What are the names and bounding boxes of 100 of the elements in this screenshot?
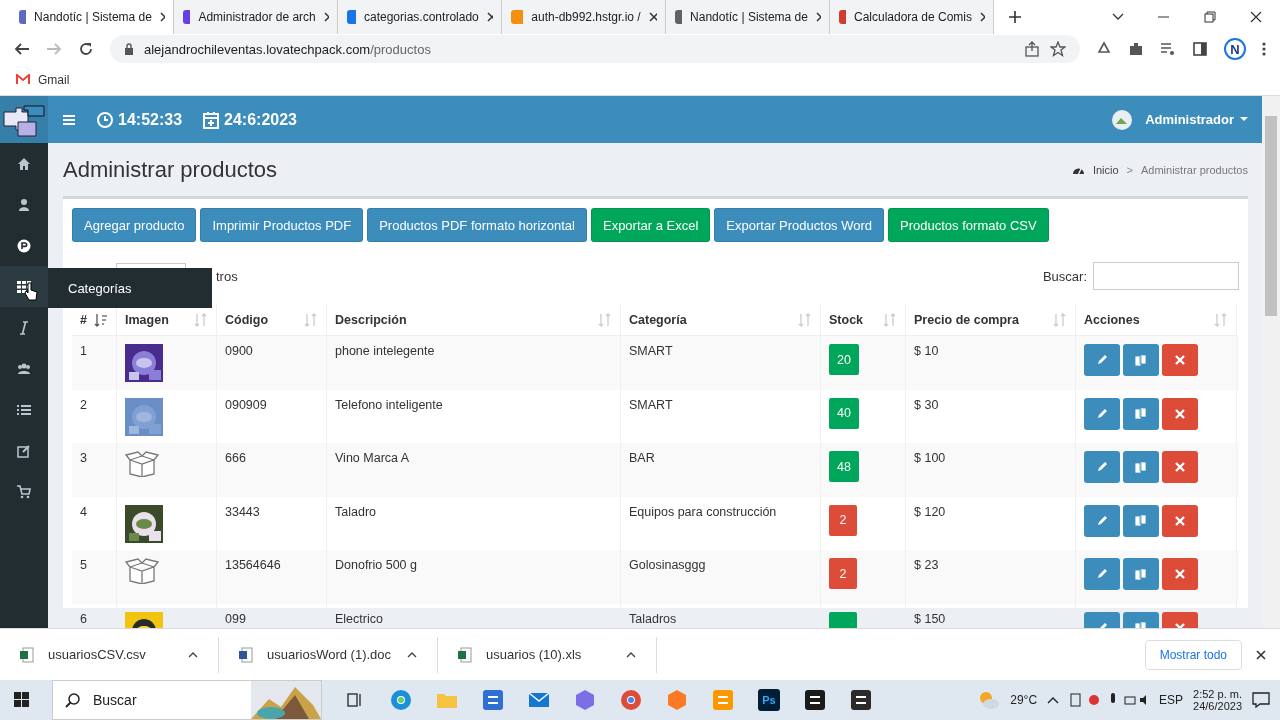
chevron-icon[interactable]: [1047, 696, 1060, 704]
scrollbar[interactable]: [1262, 96, 1280, 628]
table-cell: $ 23: [906, 550, 1076, 604]
star-icon[interactable]: [1050, 41, 1066, 57]
copy-icon: [1134, 514, 1148, 527]
table-cell: SMART: [621, 336, 821, 393]
sidebar-item[interactable]: [0, 266, 48, 307]
copy-button[interactable]: [1123, 344, 1159, 376]
menu-icon[interactable]: [62, 113, 76, 126]
spreadsheet-icon: [458, 646, 472, 663]
search-icon: [65, 692, 81, 708]
p-circle-icon: [17, 238, 31, 253]
windows-start-icon[interactable]: [14, 692, 30, 708]
new-tab-icon[interactable]: [1008, 10, 1022, 24]
mail-icon: [16, 74, 30, 85]
restore-icon[interactable]: [1204, 11, 1216, 23]
breadcrumb-current: Administrar productos: [1141, 163, 1248, 176]
calendar-icon: [202, 110, 221, 129]
action-button[interactable]: Exportar Productos Word: [714, 208, 885, 242]
user-menu[interactable]: Administrador: [1145, 112, 1234, 127]
clock-time: 14:52:33: [118, 110, 183, 129]
hexagon-icon[interactable]: [574, 689, 596, 711]
pencil-icon: [1096, 461, 1108, 473]
delete-button[interactable]: [1162, 504, 1198, 537]
reload-icon[interactable]: [78, 41, 94, 57]
stock-badge: 2: [829, 558, 857, 589]
address-bar[interactable]: alejandrochileventas.lovatechpack.com/productos: [110, 35, 1080, 63]
download-item[interactable]: usuariosWord (1).doc: [267, 647, 393, 662]
edit-button[interactable]: [1084, 558, 1120, 590]
bookmark-link[interactable]: Gmail: [38, 72, 70, 87]
search-field[interactable]: [1093, 262, 1239, 290]
copy-button[interactable]: [1123, 504, 1159, 537]
download-item[interactable]: usuarios (10).xls: [486, 647, 612, 662]
home-icon: [17, 156, 31, 171]
delete-button[interactable]: [1162, 558, 1198, 590]
tab-title: Administrador de arch: [198, 10, 316, 24]
tab-title: auth-db992.hstgr.io /: [531, 10, 641, 24]
edit-button[interactable]: [1084, 451, 1120, 483]
share-icon[interactable]: [1024, 41, 1040, 57]
playlist-icon[interactable]: [1160, 41, 1176, 57]
chevron-icon[interactable]: [1112, 13, 1124, 21]
copy-button[interactable]: [1123, 451, 1159, 483]
browser-tab[interactable]: categorias.controlado: [338, 0, 502, 34]
sidepanel-icon[interactable]: [1192, 41, 1208, 57]
sort-icon[interactable]: [94, 312, 108, 327]
user-icon: [17, 197, 31, 212]
taskbar-clock[interactable]: 2:52 p. m. 24/6/2023: [1193, 688, 1242, 712]
chevron-icon[interactable]: [188, 651, 198, 658]
edit-button[interactable]: [1084, 397, 1120, 430]
pencil-icon: [1096, 514, 1108, 527]
back-icon[interactable]: [14, 41, 30, 57]
browser-icon[interactable]: [390, 689, 412, 711]
table-cell: 5: [72, 550, 117, 604]
tab-title: Nandotíc | Sistema de: [690, 10, 808, 24]
profile-avatar[interactable]: N: [1224, 38, 1246, 60]
browser-icon[interactable]: [620, 689, 642, 711]
browser-tab[interactable]: auth-db992.hstgr.io /: [502, 0, 666, 34]
action-button[interactable]: Productos PDF formato horizontal: [367, 208, 587, 242]
chevron-icon[interactable]: [626, 651, 636, 658]
puzzle-icon[interactable]: [1128, 41, 1144, 57]
app-icon[interactable]: [850, 689, 872, 711]
browser-tab[interactable]: Nandotíc | Sistema de: [666, 0, 830, 34]
table-cell: $ 150: [906, 603, 1076, 628]
notification-icon[interactable]: [1252, 692, 1270, 708]
copy-button[interactable]: [1123, 558, 1159, 590]
app-icon[interactable]: [804, 689, 826, 711]
action-button[interactable]: Imprimir Productos PDF: [200, 208, 364, 242]
tab-title: Nandotíc | Sistema de: [34, 10, 152, 24]
table-cell: 0900: [217, 336, 327, 393]
show-all-button[interactable]: Mostrar todo: [1144, 639, 1242, 670]
edit-button[interactable]: [1084, 344, 1120, 376]
mail-icon[interactable]: [528, 691, 550, 709]
scrollbar-thumb[interactable]: [1265, 116, 1277, 316]
edit-button[interactable]: [1084, 504, 1120, 537]
table-cell: Golosinasggg: [621, 550, 821, 604]
copy-icon: [1134, 407, 1148, 420]
delete-button[interactable]: [1162, 397, 1198, 430]
tooltip: Categorías: [48, 268, 212, 308]
table-cell: $ 10: [906, 336, 1076, 393]
table-cell: BAR: [621, 443, 821, 497]
delete-button[interactable]: [1162, 344, 1198, 376]
pencil-icon: [1096, 568, 1108, 580]
breadcrumb-link[interactable]: Inicio: [1092, 163, 1119, 176]
stock-badge: 2: [829, 504, 857, 536]
chevron-icon[interactable]: [407, 651, 417, 658]
action-button[interactable]: Agregar producto: [72, 208, 197, 242]
taskbar-search-field[interactable]: Buscar: [52, 680, 322, 720]
download-item[interactable]: usuariosCSV.csv: [48, 647, 174, 662]
favicon-icon: [510, 9, 524, 25]
browser-tab[interactable]: Calculadora de Comis: [830, 0, 994, 34]
photoshop-icon[interactable]: Ps: [758, 689, 780, 711]
table-cell: 1: [72, 336, 117, 393]
delete-button[interactable]: [1162, 451, 1198, 483]
weather-temperature[interactable]: 29°C: [1010, 693, 1038, 707]
caret-icon[interactable]: [1240, 117, 1248, 122]
copy-button[interactable]: [1123, 397, 1159, 430]
language-indicator[interactable]: ESP: [1159, 693, 1184, 707]
more-icon[interactable]: [1262, 41, 1266, 57]
browser-tab[interactable]: Administrador de arch: [174, 0, 338, 34]
avatar-icon: [1111, 108, 1134, 131]
